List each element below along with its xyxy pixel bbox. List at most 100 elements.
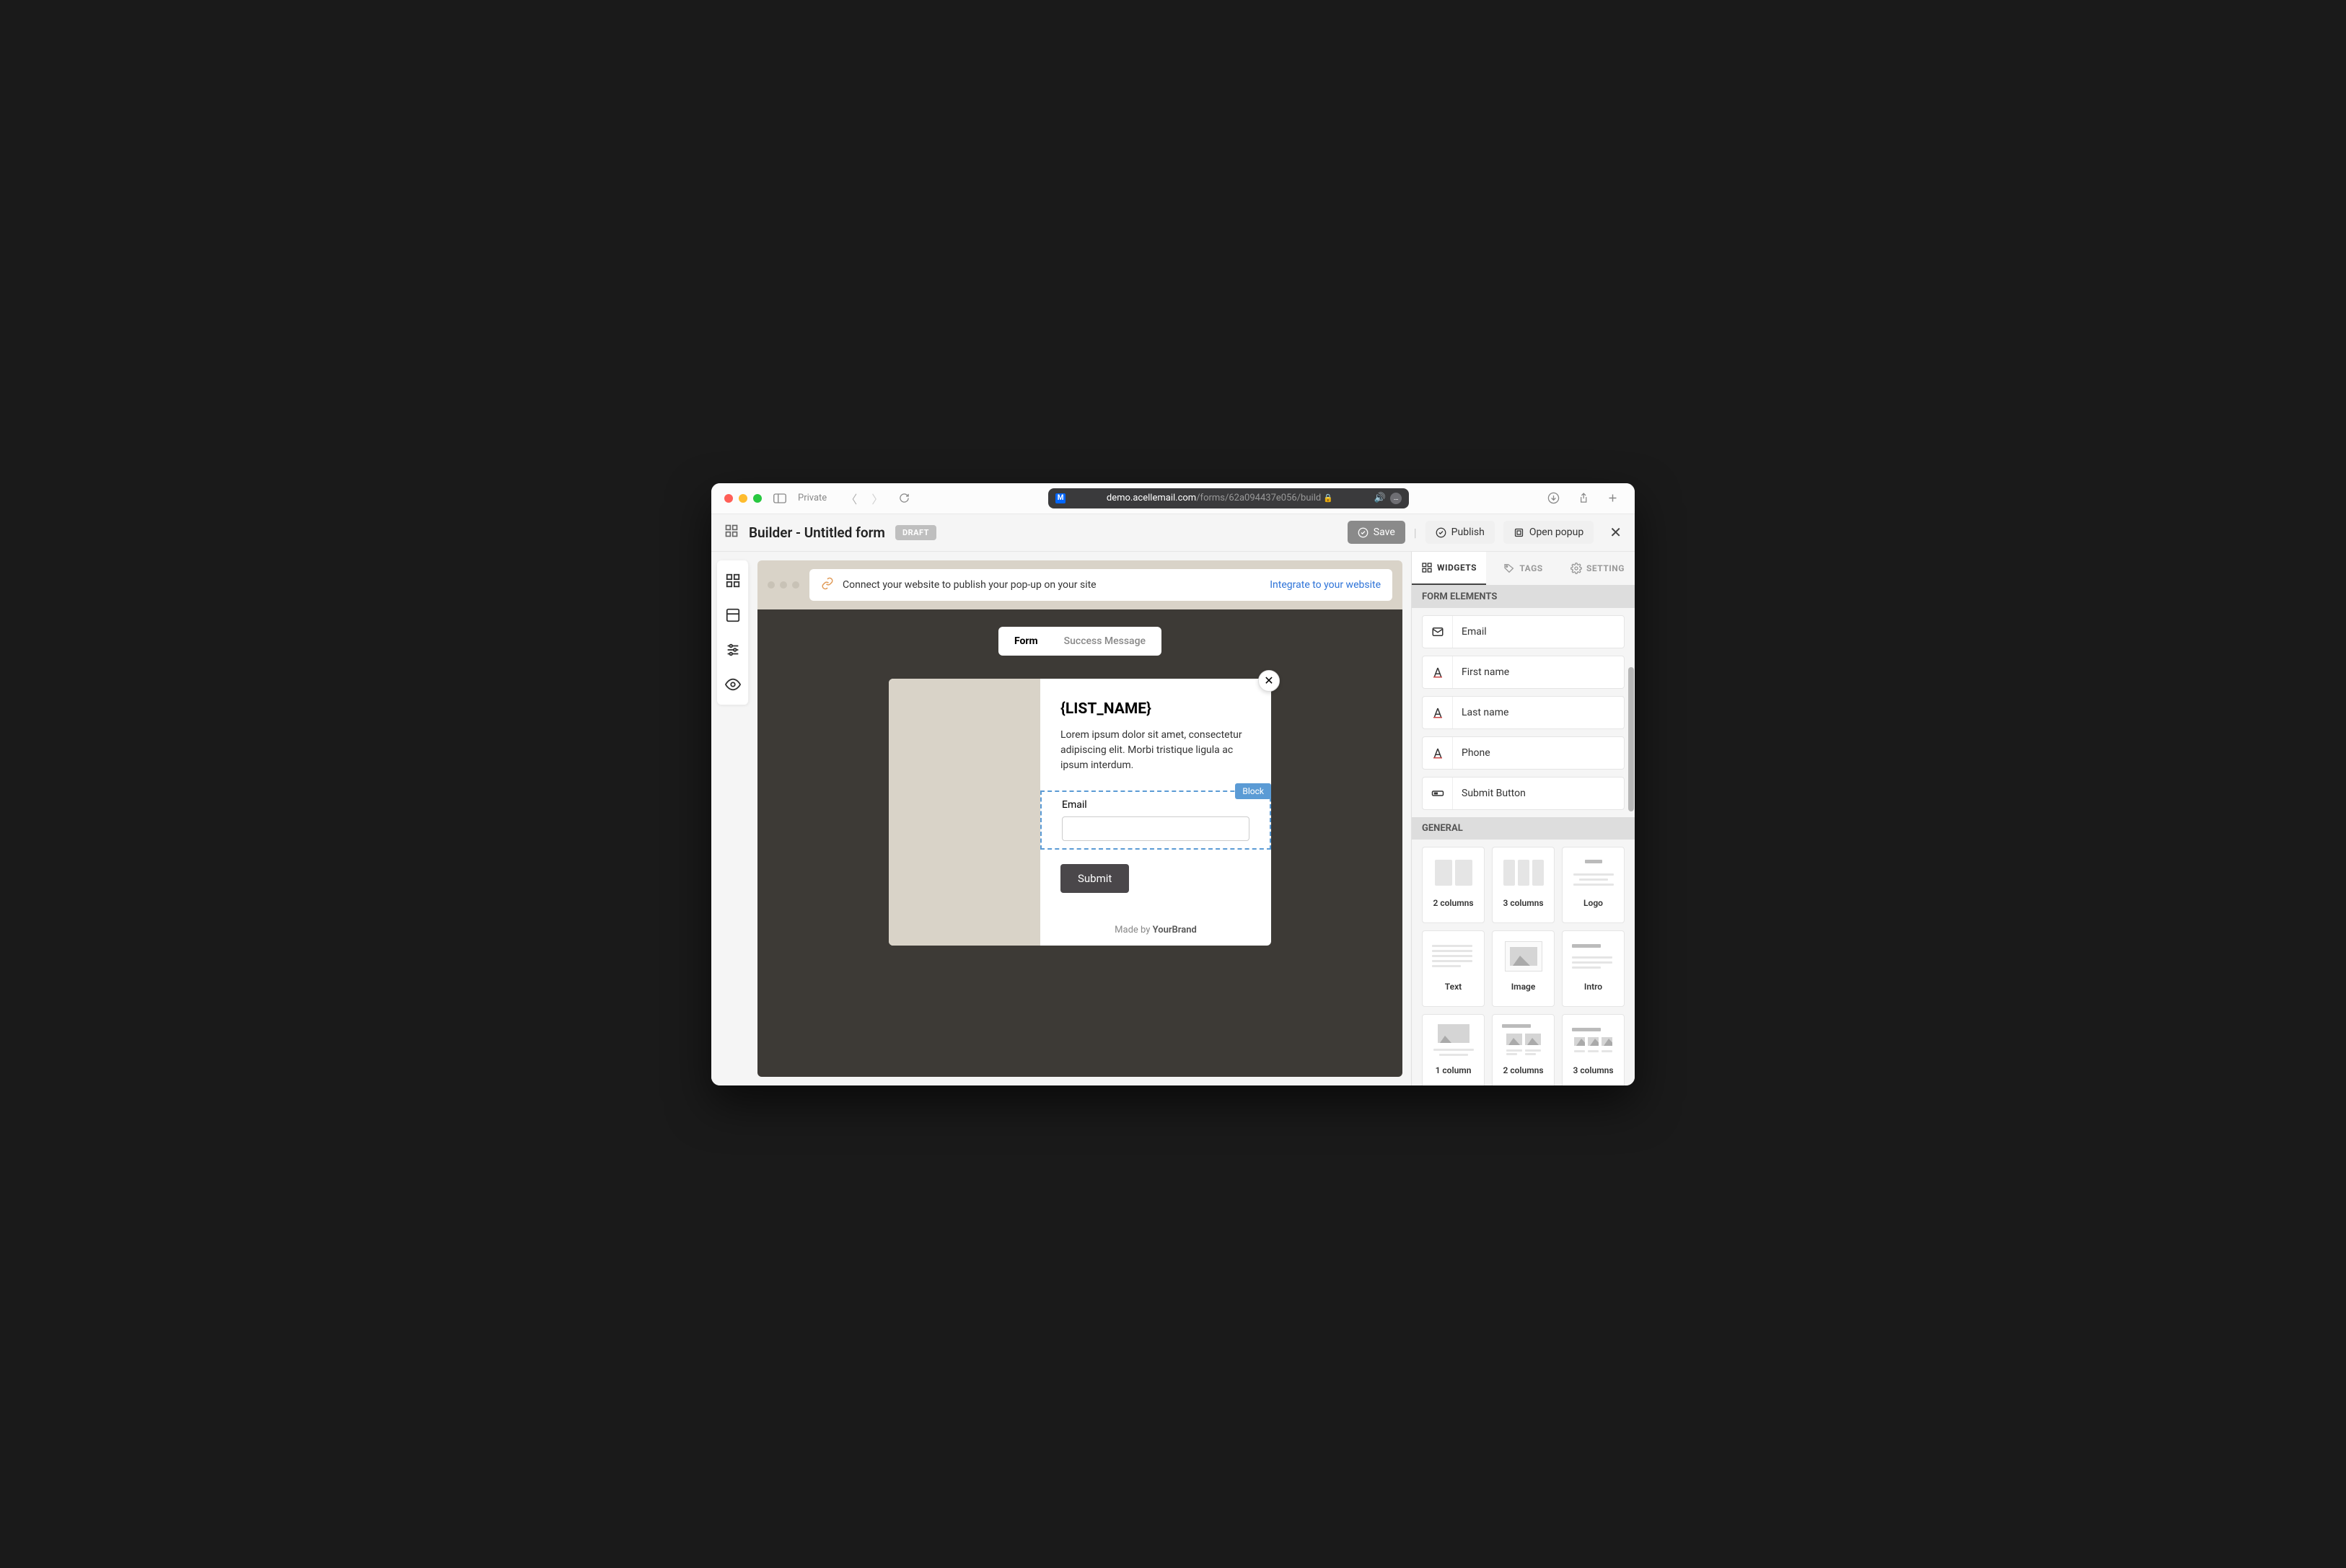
tab-form[interactable]: Form [1001,630,1051,653]
page-settings-icon[interactable]: … [1390,493,1402,504]
form-element-email[interactable]: Email [1422,615,1625,648]
text-icon [1423,697,1453,728]
reload-button[interactable] [896,490,913,506]
panel-tab-widgets[interactable]: WIDGETS [1412,552,1486,585]
footer-brand: YourBrand [1153,925,1197,935]
canvas-tl-1 [768,581,775,589]
section-form-elements: FORM ELEMENTS [1412,586,1635,608]
browser-window: Private 〈 〉 M demo.acellemail.com/forms/… [711,483,1635,1085]
widget-logo[interactable]: Logo [1562,847,1625,923]
widgets-tool-icon[interactable] [723,571,743,591]
nav-arrows: 〈 〉 [841,487,887,510]
widget-3-columns[interactable]: 3 columns [1492,847,1555,923]
browser-toolbar: Private 〈 〉 M demo.acellemail.com/forms/… [711,483,1635,514]
email-field-input[interactable] [1062,816,1249,841]
favicon-icon: M [1055,493,1066,503]
share-icon[interactable] [1574,489,1592,507]
canvas-area: Connect your website to publish your pop… [711,552,1411,1085]
popup-footer: Made by YourBrand [1060,925,1251,935]
popup-preview: ✕ {LIST_NAME} Lorem ipsum dolor sit amet… [889,679,1271,946]
widget-2-columns[interactable]: 2 columns [1422,847,1485,923]
widget-label: Image [1511,982,1536,992]
draft-badge: DRAFT [895,525,936,540]
mail-icon [1423,616,1453,648]
widget-3-columns-img[interactable]: 3 columns [1562,1014,1625,1085]
widget-text[interactable]: Text [1422,930,1485,1007]
separator: | [1414,526,1417,539]
lock-icon: 🔒 [1323,493,1333,503]
right-panel: WIDGETS TAGS SETTING FORM ELEMENTS [1411,552,1635,1085]
form-element-label: Phone [1453,747,1499,759]
widget-2-columns-img[interactable]: 2 columns [1492,1014,1555,1085]
sidebar-toggle-icon[interactable] [770,490,789,506]
header-actions: Save | Publish Open popup ✕ [1348,521,1622,544]
open-popup-button[interactable]: Open popup [1503,521,1594,544]
page-title: Builder - Untitled form [749,524,885,541]
url-bar[interactable]: M demo.acellemail.com/forms/62a094437e05… [1048,488,1409,508]
app-header: Builder - Untitled form DRAFT Save | Pub… [711,514,1635,552]
url-right-controls: 🔊 … [1374,493,1402,504]
private-label: Private [798,493,827,503]
layout-tool-icon[interactable] [723,605,743,625]
settings-tool-icon[interactable] [723,640,743,660]
widget-label: 1 column [1436,1065,1472,1075]
text-icon [1423,656,1453,688]
popup-description[interactable]: Lorem ipsum dolor sit amet, consectetur … [1060,728,1251,773]
canvas-tl-2 [780,581,787,589]
panel-tab-setting-label: SETTING [1586,563,1625,573]
popup-close-button[interactable]: ✕ [1258,670,1280,692]
window-controls [724,494,762,503]
window-close-button[interactable] [724,494,733,503]
open-popup-button-label: Open popup [1529,527,1583,538]
popup-title[interactable]: {LIST_NAME} [1060,700,1251,718]
form-element-submit-button[interactable]: Submit Button [1422,777,1625,810]
widget-1-column[interactable]: 1 column [1422,1014,1485,1085]
panel-tab-setting[interactable]: SETTING [1560,552,1635,585]
widget-image[interactable]: Image [1492,930,1555,1007]
popup-content: {LIST_NAME} Lorem ipsum dolor sit amet, … [1040,679,1271,946]
form-elements-list: Email First name Last name [1412,608,1635,817]
window-minimize-button[interactable] [739,494,747,503]
widget-intro[interactable]: Intro [1562,930,1625,1007]
close-button[interactable]: ✕ [1609,524,1622,541]
panel-tab-tags[interactable]: TAGS [1486,552,1560,585]
downloads-icon[interactable] [1545,489,1563,507]
canvas-top-bar: Connect your website to publish your pop… [757,560,1402,609]
panel-tabs: WIDGETS TAGS SETTING [1412,552,1635,586]
section-general: GENERAL [1412,817,1635,840]
forward-button[interactable]: 〉 [867,487,887,510]
canvas-window-controls [768,581,799,589]
save-button[interactable]: Save [1348,521,1405,544]
publish-button[interactable]: Publish [1425,521,1495,544]
save-button-label: Save [1374,527,1395,538]
widget-label: 3 columns [1503,898,1544,908]
new-tab-button[interactable] [1604,489,1622,507]
panel-tab-widgets-label: WIDGETS [1437,563,1477,573]
scrollbar[interactable] [1628,667,1634,811]
selected-block[interactable]: Block Email [1040,790,1271,850]
general-widgets-grid: 2 columns 3 columns Logo [1412,840,1635,1085]
form-element-phone[interactable]: Phone [1422,736,1625,770]
form-element-label: Last name [1453,707,1517,718]
preview-tool-icon[interactable] [723,674,743,695]
button-icon [1423,778,1453,809]
form-element-label: Submit Button [1453,788,1534,799]
sound-icon[interactable]: 🔊 [1374,493,1386,503]
url-text: demo.acellemail.com/forms/62a094437e056/… [1070,493,1370,503]
integrate-link[interactable]: Integrate to your website [1270,579,1381,591]
form-element-label: First name [1453,666,1518,678]
widget-label: Intro [1584,982,1602,992]
integrate-text: Connect your website to publish your pop… [843,579,1261,591]
publish-button-label: Publish [1451,527,1485,538]
form-element-last-name[interactable]: Last name [1422,696,1625,729]
block-badge: Block [1235,783,1271,799]
window-maximize-button[interactable] [753,494,762,503]
panel-scroll[interactable]: FORM ELEMENTS Email First name [1412,586,1635,1085]
submit-button[interactable]: Submit [1060,864,1129,893]
link-broken-icon [821,577,834,593]
canvas-frame: Connect your website to publish your pop… [757,560,1402,1077]
popup-image-placeholder[interactable] [889,679,1040,946]
back-button[interactable]: 〈 [841,487,861,510]
form-element-first-name[interactable]: First name [1422,656,1625,689]
tab-success-message[interactable]: Success Message [1051,630,1159,653]
